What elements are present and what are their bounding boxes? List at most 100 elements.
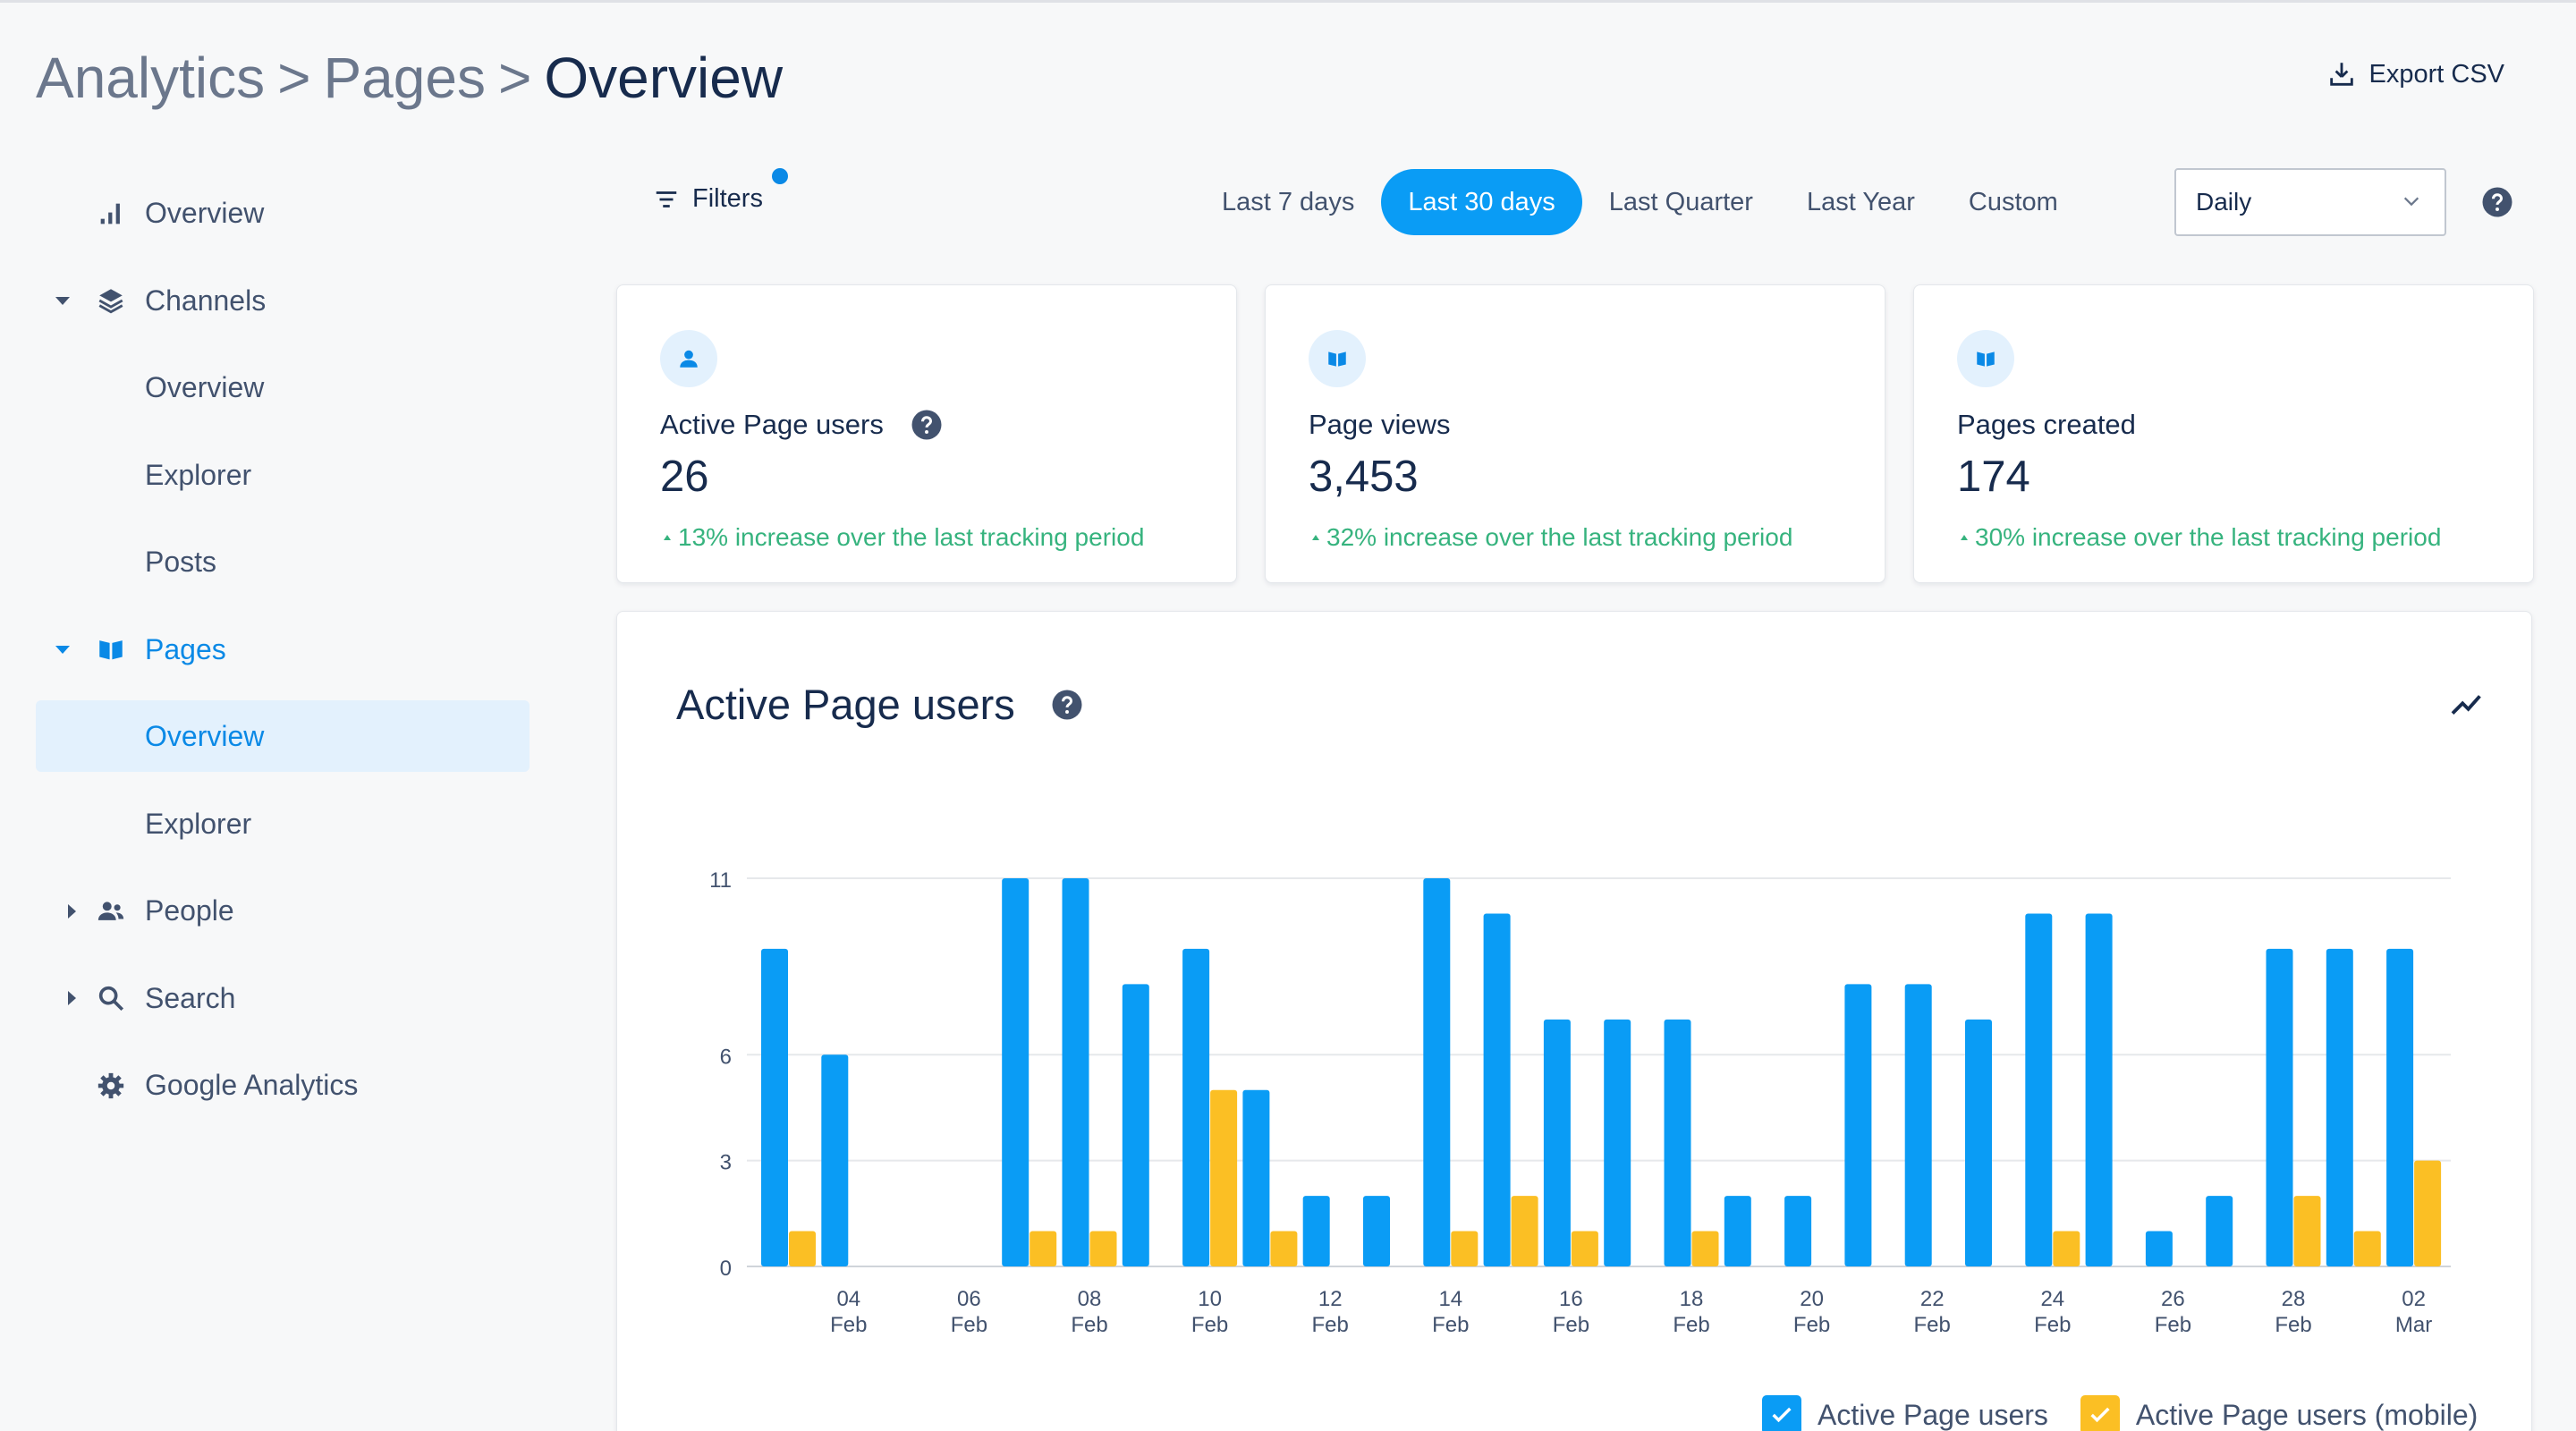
breadcrumb-pages[interactable]: Pages: [323, 46, 485, 110]
bar-active-users: [2266, 948, 2293, 1266]
sidebar-item-channels-posts[interactable]: Posts: [36, 519, 530, 606]
bar-active-users: [1844, 984, 1872, 1266]
breadcrumb: Analytics > Pages > Overview: [36, 45, 783, 111]
help-icon[interactable]: [911, 409, 943, 441]
bar-active-users-mobile: [1571, 1231, 1598, 1266]
sidebar-item-label: Explorer: [145, 458, 252, 491]
range-last-7-days[interactable]: Last 7 days: [1195, 169, 1381, 235]
y-tick-label: 0: [720, 1257, 732, 1281]
range-custom[interactable]: Custom: [1942, 169, 2085, 235]
bar-active-users-mobile: [1089, 1231, 1117, 1266]
checkbox-icon: [1762, 1395, 1801, 1431]
stat-value: 3,453: [1309, 453, 1419, 501]
x-tick-month: Feb: [1191, 1313, 1228, 1337]
legend-item-desktop[interactable]: Active Page users: [1762, 1395, 2048, 1431]
filters-active-dot: [771, 168, 788, 184]
bar-active-users: [2326, 948, 2353, 1266]
bar-active-users-mobile: [2353, 1231, 2381, 1266]
sidebar-item-label: Overview: [145, 371, 265, 404]
legend-label: Active Page users (mobile): [2135, 1398, 2479, 1431]
arrow-up-icon: [1961, 535, 1968, 540]
x-tick-day: 18: [1680, 1287, 1704, 1311]
bar-active-users: [1724, 1196, 1751, 1266]
range-last-quarter[interactable]: Last Quarter: [1582, 169, 1780, 235]
bar-active-users: [1363, 1196, 1390, 1266]
breadcrumb-separator: >: [277, 46, 311, 110]
breadcrumb-separator: >: [497, 46, 532, 110]
x-tick-month: Feb: [1071, 1313, 1107, 1337]
bar-active-users-mobile: [789, 1231, 816, 1266]
sidebar-item-label: Pages: [145, 632, 226, 665]
x-tick-month: Feb: [1793, 1313, 1830, 1337]
stat-delta: 30% increase over the last tracking peri…: [1975, 523, 2442, 551]
bar-active-users: [1182, 948, 1210, 1266]
book-icon: [1309, 330, 1366, 387]
breadcrumb-analytics[interactable]: Analytics: [36, 46, 265, 110]
bar-active-users: [1965, 1019, 1992, 1266]
bar-active-users: [2206, 1196, 2233, 1266]
export-csv-label: Export CSV: [2368, 59, 2505, 89]
chart-card: Active Page users 0 3 6 11 04 Feb 06 Feb 08 Feb 10…: [616, 611, 2532, 1431]
x-tick-month: Feb: [1312, 1313, 1349, 1337]
sidebar-item-channels-explorer[interactable]: Explorer: [36, 432, 530, 520]
x-tick-day: 28: [2282, 1287, 2306, 1311]
bar-active-users: [821, 1054, 849, 1266]
help-icon[interactable]: [2481, 186, 2513, 218]
x-tick-month: Feb: [2034, 1313, 2071, 1337]
bar-active-users: [1242, 1089, 1270, 1266]
stat-title: Active Page users: [660, 409, 884, 440]
legend-item-mobile[interactable]: Active Page users (mobile): [2080, 1395, 2478, 1431]
stat-title: Pages created: [1957, 409, 2136, 440]
sidebar-item-search[interactable]: Search: [36, 955, 530, 1043]
sidebar-item-label: Search: [145, 981, 236, 1014]
sidebar-item-people[interactable]: People: [36, 868, 530, 955]
bar-active-users-mobile: [1030, 1231, 1057, 1266]
bar-active-users: [1784, 1196, 1812, 1266]
x-tick-day: 02: [2402, 1287, 2426, 1311]
sidebar-item-channels[interactable]: Channels: [36, 258, 530, 345]
search-icon: [95, 982, 127, 1014]
window-top-border: [0, 0, 2576, 3]
caret-down-icon: [55, 645, 70, 654]
filters-button[interactable]: Filters: [653, 168, 788, 214]
granularity-value: Daily: [2196, 188, 2252, 216]
x-tick-day: 12: [1318, 1287, 1343, 1311]
date-range-selector: Last 7 days Last 30 days Last Quarter La…: [1195, 169, 2085, 235]
checkbox-icon: [2080, 1395, 2120, 1431]
range-last-30-days[interactable]: Last 30 days: [1381, 169, 1582, 235]
stat-title: Page views: [1309, 409, 1451, 440]
granularity-select[interactable]: Daily: [2174, 168, 2446, 236]
y-tick-label: 11: [709, 868, 732, 893]
x-tick-day: 06: [957, 1287, 981, 1311]
x-tick-month: Feb: [1553, 1313, 1589, 1337]
bar-active-users: [2145, 1231, 2173, 1266]
legend-label: Active Page users: [1818, 1398, 2048, 1431]
range-last-year[interactable]: Last Year: [1780, 169, 1942, 235]
bar-active-users: [1122, 984, 1149, 1266]
user-icon: [660, 330, 717, 387]
export-csv-button[interactable]: Export CSV: [2326, 59, 2505, 89]
sidebar-item-pages-overview[interactable]: Overview: [36, 700, 530, 772]
bar-active-users-mobile: [1210, 1089, 1238, 1266]
sidebar-item-overview[interactable]: Overview: [36, 170, 530, 258]
sidebar-item-label: Explorer: [145, 807, 252, 840]
sidebar-item-google-analytics[interactable]: Google Analytics: [36, 1042, 530, 1130]
caret-right-icon: [68, 903, 76, 919]
x-tick-month: Feb: [2275, 1313, 2311, 1337]
x-tick-day: 26: [2161, 1287, 2185, 1311]
arrow-up-icon: [664, 535, 671, 540]
sidebar-item-pages[interactable]: Pages: [36, 606, 530, 694]
x-tick-day: 08: [1078, 1287, 1102, 1311]
bar-active-users-mobile: [1451, 1231, 1479, 1266]
x-tick-month: Feb: [951, 1313, 987, 1337]
sidebar-item-pages-explorer[interactable]: Explorer: [36, 781, 530, 868]
x-tick-day: 16: [1559, 1287, 1583, 1311]
y-tick-label: 3: [720, 1151, 732, 1175]
caret-right-icon: [68, 991, 76, 1006]
sidebar-item-label: Posts: [145, 546, 217, 579]
stat-value: 26: [660, 453, 709, 501]
arrow-up-icon: [1312, 535, 1319, 540]
x-tick-month: Mar: [2395, 1313, 2432, 1337]
sidebar-item-channels-overview[interactable]: Overview: [36, 344, 530, 432]
x-tick-day: 20: [1800, 1287, 1824, 1311]
